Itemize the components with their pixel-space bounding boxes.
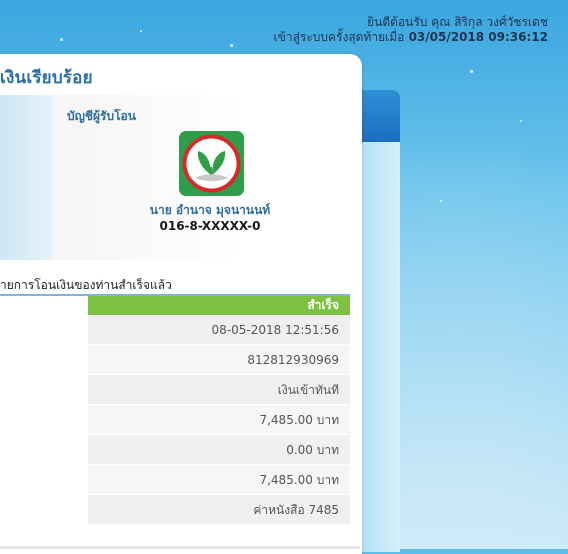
user-header: ยินดีต้อนรับ คุณ สิริกุล วงศ์วัชรเดช เข้… xyxy=(274,15,548,45)
page-title: เงินเรียบร้อย xyxy=(0,68,93,88)
detail-row-memo: ค่าหนังสือ 7485 xyxy=(88,495,350,525)
transaction-details: 08-05-2018 12:51:56 812812930969 เงินเข้… xyxy=(88,315,350,525)
recipient-account-number: 016-8-XXXXX-0 xyxy=(159,219,261,233)
detail-row-fee: 0.00 บาท xyxy=(88,435,350,465)
detail-row-reference: 812812930969 xyxy=(88,345,350,375)
background-sparkle xyxy=(440,200,442,202)
last-login: เข้าสู่ระบบครั้งสุดท้ายเมื่อ 03/05/2018 … xyxy=(274,30,548,45)
welcome-text: ยินดีต้อนรับ คุณ สิริกุล วงศ์วัชรเดช xyxy=(367,15,548,29)
background-sparkle xyxy=(60,38,63,41)
detail-row-total: 7,485.00 บาท xyxy=(88,465,350,495)
background-sparkle xyxy=(230,44,233,47)
background-sparkle xyxy=(470,70,473,73)
destination-label: บัญชีผู้รับโอน xyxy=(67,109,136,123)
detail-row-amount: 7,485.00 บาท xyxy=(88,405,350,435)
last-login-label: เข้าสู่ระบบครั้งสุดท้ายเมื่อ xyxy=(273,30,405,44)
detail-row-datetime: 08-05-2018 12:51:56 xyxy=(88,315,350,345)
kbank-leaf-icon xyxy=(179,131,244,196)
recipient-name: นาย อำนาจ มุจนานนท์ xyxy=(149,203,271,217)
success-message: ายการโอนเงินของท่านสำเร็จแล้ว xyxy=(0,278,172,292)
detail-row-transfer-type: เงินเข้าทันที xyxy=(88,375,350,405)
side-panel xyxy=(362,142,400,552)
last-login-value: 03/05/2018 09:36:12 xyxy=(408,30,548,44)
status-badge: สำเร็จ xyxy=(88,296,350,315)
background-sparkle xyxy=(140,30,142,32)
background-sparkle xyxy=(520,120,522,122)
